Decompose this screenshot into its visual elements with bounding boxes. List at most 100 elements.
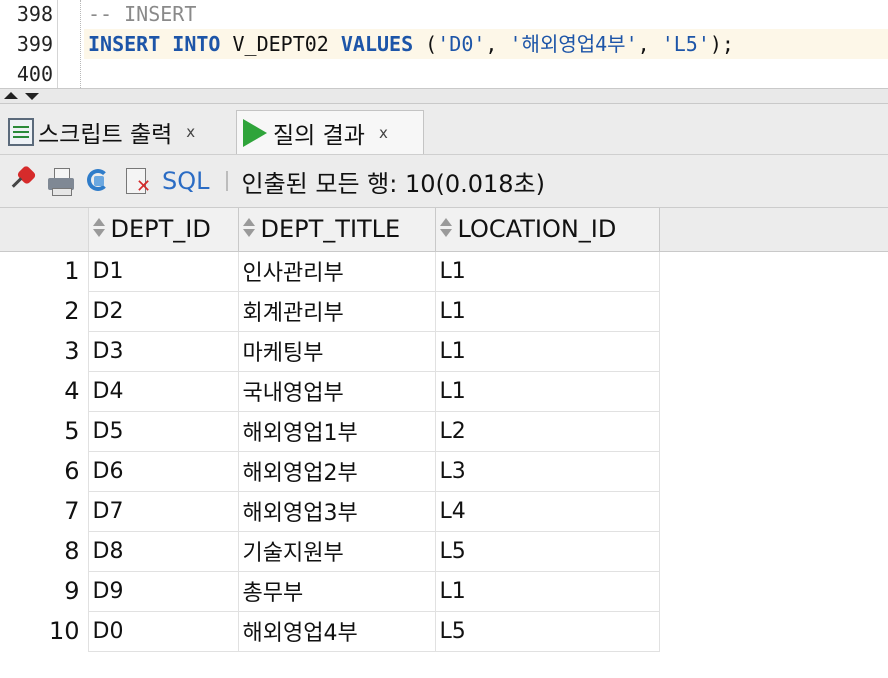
row-number[interactable]: 2 [0,291,89,331]
code-paren: ( [413,32,438,56]
cell-dept-title[interactable]: 총무부 [238,571,436,612]
cell-dept-title[interactable]: 회계관리부 [238,291,436,332]
code-comment-line[interactable]: -- INSERT [88,0,196,29]
table-row[interactable]: 8 D8 기술지원부 L5 [0,531,888,572]
fetch-status-text: 인출된 모든 행: 10(0.018초) [241,169,546,198]
print-icon[interactable] [46,166,76,196]
query-result-grid: DEPT_ID DEPT_TITLE LOCATION_ID 1 D1 인사관리… [0,208,888,652]
cell-dept-id[interactable]: D5 [88,411,239,452]
tab-query-result[interactable]: 질의 결과 x [236,110,424,154]
row-number[interactable]: 8 [0,531,89,571]
row-number[interactable]: 9 [0,571,89,611]
cell-dept-title[interactable]: 해외영업1부 [238,411,436,452]
cell-dept-id[interactable]: D3 [88,331,239,372]
row-number[interactable]: 4 [0,371,89,411]
cell-dept-title[interactable]: 인사관리부 [238,251,436,292]
code-string: 'D0' [437,32,486,56]
cell-location-id[interactable]: L1 [435,251,660,292]
table-row[interactable]: 9 D9 총무부 L1 [0,571,888,612]
row-number[interactable]: 10 [0,611,89,651]
cell-dept-title[interactable]: 국내영업부 [238,371,436,412]
column-header-location-id[interactable]: LOCATION_ID [435,208,660,252]
row-number[interactable]: 6 [0,451,89,491]
code-identifier: V_DEPT02 [232,32,329,56]
cell-dept-title[interactable]: 해외영업4부 [238,611,436,652]
column-header-dept-id[interactable]: DEPT_ID [88,208,239,252]
tab-script-output[interactable]: 스크립트 출력 x [4,110,232,154]
refresh-icon[interactable] [84,166,114,196]
cell-dept-title[interactable]: 기술지원부 [238,531,436,572]
row-number[interactable]: 7 [0,491,89,531]
toolbar-divider [225,171,228,191]
code-keyword: INSERT [88,32,161,56]
row-number[interactable]: 3 [0,331,89,371]
table-row[interactable]: 4 D4 국내영업부 L1 [0,371,888,412]
cell-location-id[interactable]: L4 [435,491,660,532]
row-number[interactable]: 1 [0,251,89,291]
row-filler [659,331,888,371]
cell-dept-title[interactable]: 해외영업3부 [238,491,436,532]
result-toolbar: ✕ SQL 인출된 모든 행: 10(0.018초) [0,155,888,208]
cell-dept-id[interactable]: D9 [88,571,239,612]
sort-icon [439,217,452,239]
code-current-line[interactable]: INSERT INTO V_DEPT02 VALUES ('D0', '해외영업… [84,29,888,59]
code-keyword: INTO [172,32,221,56]
line-number: 400 [16,62,53,86]
table-row[interactable]: 1 D1 인사관리부 L1 [0,251,888,292]
code-string: '해외영업4부' [509,32,638,56]
collapse-down-icon[interactable] [25,93,39,100]
table-row[interactable]: 5 D5 해외영업1부 L2 [0,411,888,452]
row-filler [659,451,888,491]
collapse-up-icon[interactable] [4,92,18,99]
cell-dept-id[interactable]: D0 [88,611,239,652]
cell-dept-id[interactable]: D8 [88,531,239,572]
line-number-gutter: 398 399 400 [0,0,58,88]
close-icon[interactable]: x [379,124,388,142]
line-number: 399 [16,32,53,56]
row-filler [659,571,888,611]
cell-location-id[interactable]: L3 [435,451,660,492]
delete-document-icon[interactable]: ✕ [122,166,152,196]
cell-dept-title[interactable]: 마케팅부 [238,331,436,372]
grid-header-row: DEPT_ID DEPT_TITLE LOCATION_ID [0,208,888,252]
column-header-dept-title[interactable]: DEPT_TITLE [238,208,436,252]
row-filler [659,491,888,531]
script-output-icon [8,118,34,146]
cell-dept-id[interactable]: D1 [88,251,239,292]
fold-guide [80,0,81,88]
panel-splitter[interactable] [0,88,888,104]
run-query-icon [243,118,267,147]
cell-dept-id[interactable]: D4 [88,371,239,412]
column-header-label: LOCATION_ID [457,215,617,244]
table-row[interactable]: 10 D0 해외영업4부 L5 [0,611,888,652]
sort-icon [242,217,255,239]
table-row[interactable]: 3 D3 마케팅부 L1 [0,331,888,372]
code-keyword: VALUES [340,32,414,56]
cell-location-id[interactable]: L5 [435,611,660,652]
cell-dept-id[interactable]: D7 [88,491,239,532]
pin-icon[interactable] [8,164,38,196]
cell-dept-title[interactable]: 해외영업2부 [238,451,436,492]
grid-corner[interactable] [0,208,89,252]
row-number[interactable]: 5 [0,411,89,451]
sql-button[interactable]: SQL [162,167,210,195]
row-filler [659,531,888,571]
cell-location-id[interactable]: L1 [435,331,660,372]
table-row[interactable]: 7 D7 해외영업3부 L4 [0,491,888,532]
column-header-label: DEPT_TITLE [260,215,401,244]
cell-location-id[interactable]: L1 [435,571,660,612]
cell-location-id[interactable]: L1 [435,371,660,412]
cell-dept-id[interactable]: D2 [88,291,239,332]
code-comma: , [637,32,662,56]
cell-location-id[interactable]: L2 [435,411,660,452]
line-number: 398 [16,2,53,26]
table-row[interactable]: 6 D6 해외영업2부 L3 [0,451,888,492]
table-row[interactable]: 2 D2 회계관리부 L1 [0,291,888,332]
cell-location-id[interactable]: L1 [435,291,660,332]
cell-dept-id[interactable]: D6 [88,451,239,492]
row-filler [659,251,888,291]
header-filler [659,208,888,252]
sql-editor[interactable]: 398 399 400 -- INSERT INSERT INTO V_DEPT… [0,0,888,88]
cell-location-id[interactable]: L5 [435,531,660,572]
close-icon[interactable]: x [186,123,195,141]
